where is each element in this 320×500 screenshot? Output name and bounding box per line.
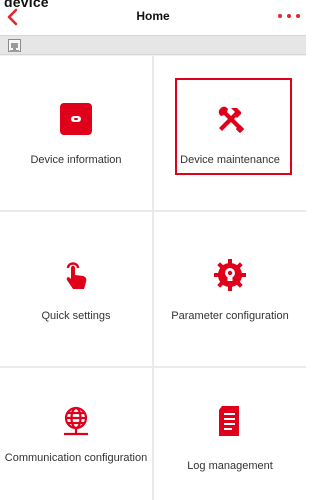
log-document-icon [213, 404, 247, 438]
log-management-tile[interactable]: Log management [154, 368, 306, 500]
app-screen: device Home Device information Device ma… [0, 0, 306, 500]
function-grid: Device information Device maintenance Qu… [0, 56, 306, 500]
lightbulb-gear-icon [213, 258, 247, 292]
tile-label: Log management [187, 460, 273, 472]
tile-label: Device maintenance [180, 154, 280, 166]
device-info-icon [59, 102, 93, 136]
tools-icon [213, 102, 247, 136]
page-title: Home [136, 9, 170, 23]
more-button[interactable] [278, 9, 300, 23]
device-strip [0, 35, 306, 55]
tile-label: Quick settings [41, 310, 111, 322]
device-maintenance-tile[interactable]: Device maintenance [154, 56, 306, 210]
device-list-icon[interactable] [8, 39, 21, 52]
tap-icon [59, 258, 93, 292]
quick-settings-tile[interactable]: Quick settings [0, 212, 152, 366]
parameter-configuration-tile[interactable]: Parameter configuration [154, 212, 306, 366]
tile-label: Device information [30, 154, 122, 166]
more-icon [278, 14, 282, 18]
communication-configuration-tile[interactable]: Communication configuration [0, 368, 152, 500]
top-navigation-bar: device Home [0, 0, 306, 35]
device-information-tile[interactable]: Device information [0, 56, 152, 210]
tile-label: Parameter configuration [171, 310, 289, 322]
tile-label: Communication configuration [4, 452, 148, 464]
globe-network-icon [59, 404, 93, 438]
